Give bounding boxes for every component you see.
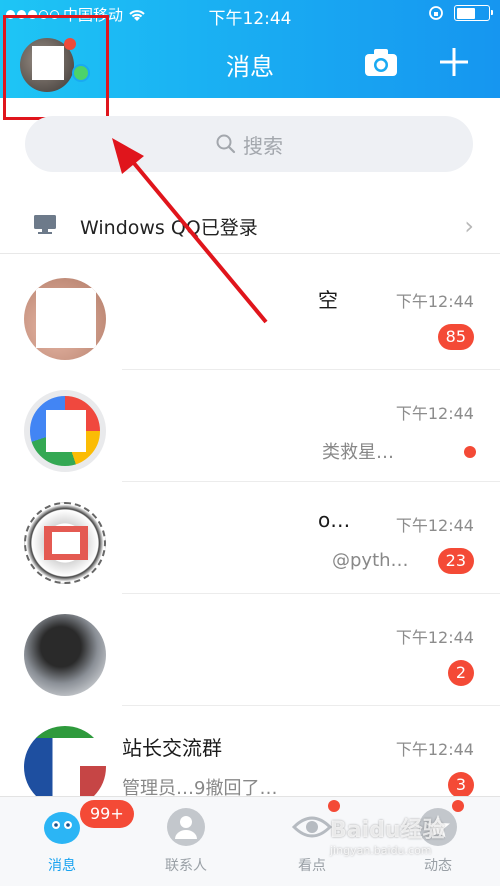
add-button[interactable] (436, 44, 472, 80)
chat-avatar (24, 502, 106, 584)
watermark: Baidu经验 jingyan.baidu.com (330, 812, 490, 872)
contacts-tab-icon (167, 808, 205, 846)
chat-last-message: 类救星… (322, 442, 394, 463)
rotation-lock-icon (429, 6, 443, 20)
search-input[interactable]: 搜索 (25, 116, 473, 172)
battery-icon (454, 5, 493, 21)
chat-avatar (24, 390, 106, 472)
login-banner-text: Windows QQ已登录 (80, 217, 258, 239)
messages-tab-badge: 99+ (80, 800, 134, 828)
chat-list-item[interactable]: 下午12:44 类救星… (0, 370, 500, 482)
chat-time: 下午12:44 (395, 292, 474, 311)
computer-icon (34, 215, 56, 234)
tab-label: 消息 (48, 858, 76, 874)
camera-icon[interactable] (364, 48, 398, 78)
kandian-notification-dot (328, 800, 340, 812)
activity-notification-dot (452, 800, 464, 812)
messages-tab-icon (44, 812, 80, 844)
chat-name: 站长交流群 (122, 736, 222, 760)
chat-last-message: @pyth… (332, 550, 409, 571)
tab-label: 联系人 (165, 858, 207, 874)
chevron-right-icon: › (464, 212, 474, 240)
chat-time: 下午12:44 (395, 740, 474, 759)
chat-list-item[interactable]: 下午12:44 2 (0, 594, 500, 706)
search-placeholder: 搜索 (243, 133, 283, 158)
chat-name: o… (318, 508, 351, 532)
unread-badge: 2 (448, 660, 474, 686)
chat-avatar (24, 614, 106, 696)
pc-login-banner[interactable]: Windows QQ已登录 › (0, 196, 500, 254)
status-right (428, 5, 493, 21)
watermark-text: Baidu经验 (330, 818, 445, 843)
chat-time: 下午12:44 (395, 628, 474, 647)
eye-icon (292, 816, 332, 838)
highlight-box (3, 15, 109, 120)
tab-contacts[interactable]: 联系人 (136, 803, 236, 881)
chat-time: 下午12:44 (395, 404, 474, 423)
chat-list-item[interactable]: o… 下午12:44 @pyth… 23 (0, 482, 500, 594)
search-icon (216, 134, 236, 154)
unread-badge: 85 (437, 324, 474, 350)
watermark-subtext: jingyan.baidu.com (330, 844, 432, 857)
chat-time: 下午12:44 (395, 516, 474, 535)
unread-badge: 23 (437, 548, 474, 574)
chat-list-item[interactable]: 空 下午12:44 85 (0, 258, 500, 370)
chat-avatar (24, 278, 106, 360)
unread-badge: 3 (448, 772, 474, 798)
chat-name: 空 (318, 288, 338, 312)
unread-dot (464, 446, 476, 458)
